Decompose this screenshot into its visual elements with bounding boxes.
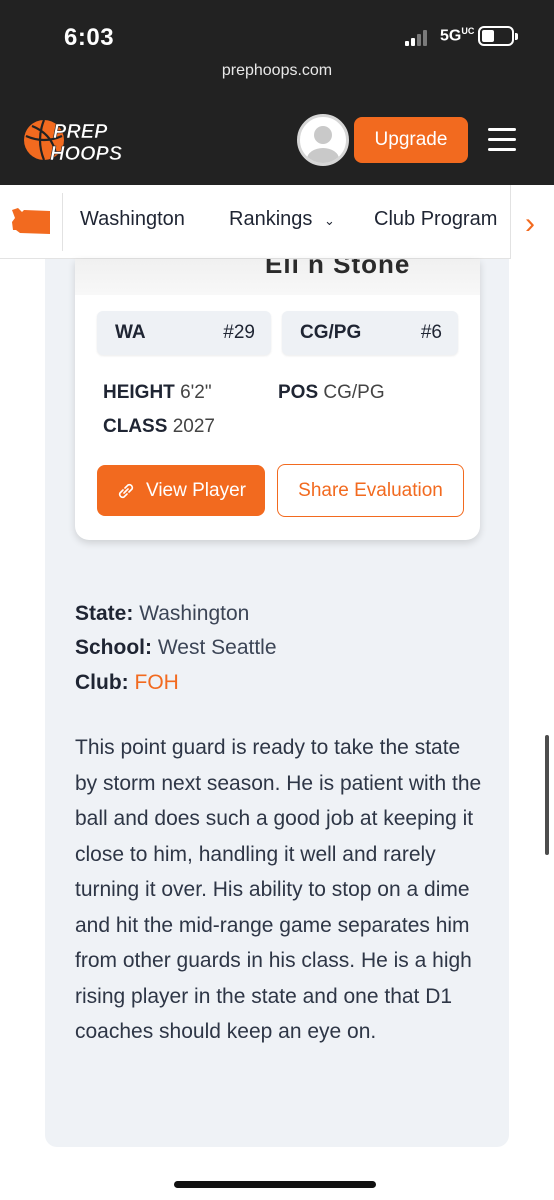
- share-evaluation-button[interactable]: Share Evaluation: [277, 464, 464, 517]
- washington-state-icon: [12, 208, 50, 234]
- user-avatar[interactable]: [297, 114, 349, 166]
- nav-item-rankings[interactable]: Rankings ⌄: [229, 208, 335, 231]
- position-rank-box: CG/PG #6: [282, 311, 458, 355]
- upgrade-button[interactable]: Upgrade: [354, 117, 468, 163]
- card-banner: Eli n Stone: [75, 259, 480, 295]
- evaluation-text: This point guard is ready to take the st…: [75, 736, 482, 1043]
- logo-text-hoops: HOOPS: [50, 143, 123, 165]
- height-attr: HEIGHT 6'2": [103, 382, 212, 403]
- state-rank-box: WA #29: [97, 311, 271, 355]
- section-nav: Washington Rankings ⌄ Club Program ›: [0, 185, 554, 259]
- state-detail: State: Washington: [75, 602, 250, 625]
- page-scrollbar[interactable]: [545, 735, 549, 855]
- site-header: PREP HOOPS: [0, 94, 554, 185]
- battery-icon: [478, 26, 518, 46]
- nav-item-washington[interactable]: Washington: [80, 208, 185, 231]
- chevron-right-icon: ›: [525, 207, 535, 240]
- home-indicator[interactable]: [174, 1181, 376, 1188]
- nav-item-club-program[interactable]: Club Program: [374, 208, 497, 231]
- clock: 6:03: [64, 24, 115, 51]
- club-detail: Club: FOH: [75, 671, 179, 694]
- chevron-down-icon: ⌄: [323, 213, 335, 228]
- nav-scroll-right[interactable]: ›: [510, 185, 554, 259]
- class-attr: CLASS 2027: [103, 416, 215, 437]
- status-bar: 6:03 5GUC prephoops.com: [0, 0, 554, 94]
- url-bar[interactable]: prephoops.com: [0, 62, 554, 80]
- player-name-cropped: Eli n Stone: [265, 259, 411, 279]
- school-detail: School: West Seattle: [75, 636, 277, 659]
- hamburger-menu-icon[interactable]: [488, 128, 516, 152]
- signal-icon: [405, 30, 435, 46]
- view-player-button[interactable]: View Player: [97, 465, 265, 516]
- logo-text-prep: PREP: [53, 121, 108, 143]
- position-attr: POS CG/PG: [278, 382, 385, 403]
- user-icon: [307, 126, 339, 163]
- link-icon: [118, 483, 134, 498]
- network-label: 5GUC: [440, 26, 475, 45]
- prephoops-logo[interactable]: PREP HOOPS: [22, 114, 134, 166]
- club-link[interactable]: FOH: [135, 671, 179, 694]
